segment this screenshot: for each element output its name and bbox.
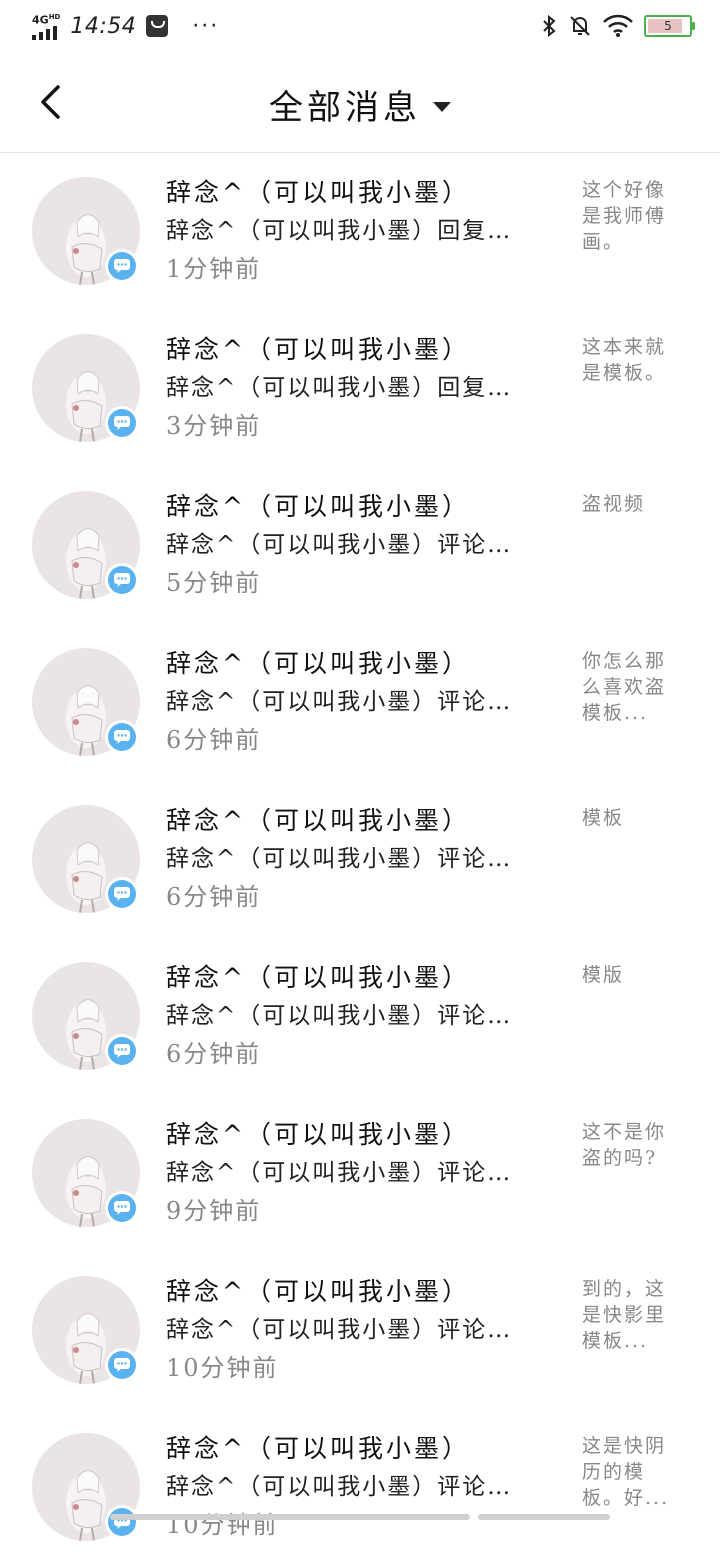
sender-name: 辞念^（可以叫我小墨） [166, 330, 470, 366]
comment-badge-icon [105, 1191, 139, 1225]
message-time: 10分钟前 [166, 1348, 279, 1383]
battery-level: 5 [664, 19, 672, 33]
message-time: 6分钟前 [166, 1034, 261, 1069]
message-summary: 辞念^（可以叫我小墨）评论… [166, 525, 538, 559]
message-time: 6分钟前 [166, 877, 261, 912]
filter-dropdown[interactable]: 全部消息 [0, 80, 720, 129]
sender-name: 辞念^（可以叫我小墨） [166, 644, 470, 680]
message-item[interactable]: 辞念^（可以叫我小墨）辞念^（可以叫我小墨）回复… 3分钟前 这本来就是模板。 [0, 310, 720, 467]
message-list: 辞念^（可以叫我小墨）辞念^（可以叫我小墨）回复…1分钟前这个好像是我师傅画。辞… [0, 153, 720, 1566]
message-time: 5分钟前 [166, 563, 261, 598]
message-summary: 辞念^（可以叫我小墨）评论… [166, 839, 538, 873]
status-time: 14:54 [70, 14, 136, 39]
scroll-indicator-secondary [478, 1514, 610, 1520]
quoted-content[interactable]: 这本来就是模板。 [582, 334, 682, 386]
message-item[interactable]: 辞念^（可以叫我小墨）辞念^（可以叫我小墨）评论… 10分钟前 这是快阴历的模板。好… [0, 1409, 720, 1566]
comment-badge-icon [105, 563, 139, 597]
quoted-content[interactable]: 模板 [582, 805, 682, 831]
message-item[interactable]: 辞念^（可以叫我小墨）辞念^（可以叫我小墨）评论… 9分钟前 这不是你盗的吗? [0, 1095, 720, 1252]
comment-badge-icon [105, 1034, 139, 1068]
message-summary: 辞念^（可以叫我小墨）评论… [166, 682, 538, 716]
comment-badge-icon [105, 1348, 139, 1382]
comment-badge-icon [105, 1505, 139, 1539]
comment-badge-icon [105, 720, 139, 754]
message-item[interactable]: 辞念^（可以叫我小墨）辞念^（可以叫我小墨）评论… 5分钟前 盗视频 [0, 467, 720, 624]
page-title: 全部消息 [269, 80, 421, 129]
message-time: 1分钟前 [166, 249, 261, 284]
message-summary: 辞念^（可以叫我小墨）回复… [166, 368, 538, 402]
sender-name: 辞念^（可以叫我小墨） [166, 1429, 470, 1465]
bluetooth-icon [540, 14, 558, 38]
message-time: 9分钟前 [166, 1191, 261, 1226]
message-summary: 辞念^（可以叫我小墨）评论… [166, 1467, 538, 1501]
message-summary: 辞念^（可以叫我小墨）评论… [166, 1310, 538, 1344]
message-item[interactable]: 辞念^（可以叫我小墨）辞念^（可以叫我小墨）评论… 6分钟前 模版 [0, 938, 720, 1095]
sender-name: 辞念^（可以叫我小墨） [166, 958, 470, 994]
quoted-content[interactable]: 到的，这是快影里模板... [582, 1276, 682, 1354]
mute-icon [568, 14, 592, 38]
battery-icon: 5 [644, 15, 692, 37]
signal-icon: 4GHD [32, 12, 60, 40]
message-summary: 辞念^（可以叫我小墨）评论… [166, 1153, 538, 1187]
message-summary: 辞念^（可以叫我小墨）评论… [166, 996, 538, 1030]
message-item[interactable]: 辞念^（可以叫我小墨）辞念^（可以叫我小墨）评论… 6分钟前 你怎么那么喜欢盗模板.… [0, 624, 720, 781]
caret-down-icon [433, 102, 451, 112]
message-time: 6分钟前 [166, 720, 261, 755]
quoted-content[interactable]: 这是快阴历的模板。好... [582, 1433, 682, 1511]
status-bar: 4GHD 14:54 ··· 5 [0, 0, 720, 52]
wifi-icon [602, 14, 634, 38]
network-suffix: HD [49, 13, 61, 21]
sender-name: 辞念^（可以叫我小墨） [166, 1272, 470, 1308]
more-notifications-icon: ··· [192, 14, 219, 39]
message-time: 3分钟前 [166, 406, 261, 441]
sender-name: 辞念^（可以叫我小墨） [166, 487, 470, 523]
sender-name: 辞念^（可以叫我小墨） [166, 1115, 470, 1151]
message-time: 10分钟前 [166, 1505, 279, 1540]
quoted-content[interactable]: 这个好像是我师傅画。 [582, 177, 682, 255]
quoted-content[interactable]: 盗视频 [582, 491, 682, 517]
quoted-content[interactable]: 你怎么那么喜欢盗模板... [582, 648, 682, 726]
quoted-content[interactable]: 模版 [582, 962, 682, 988]
message-item[interactable]: 辞念^（可以叫我小墨）辞念^（可以叫我小墨）回复… 1分钟前 这个好像是我师傅画。 [0, 153, 720, 310]
comment-badge-icon [105, 406, 139, 440]
quoted-content[interactable]: 这不是你盗的吗? [582, 1119, 682, 1171]
sender-name: 辞念^（可以叫我小墨） [166, 801, 470, 837]
sender-name: 辞念^（可以叫我小墨） [166, 173, 470, 209]
comment-badge-icon [105, 877, 139, 911]
message-item[interactable]: 辞念^（可以叫我小墨）辞念^（可以叫我小墨）评论… 10分钟前 到的，这是快影里模板… [0, 1252, 720, 1409]
mail-icon [146, 15, 168, 37]
nav-header: 全部消息 [0, 52, 720, 153]
message-summary: 辞念^（可以叫我小墨）回复… [166, 211, 538, 245]
scroll-indicator [110, 1514, 470, 1520]
message-item[interactable]: 辞念^（可以叫我小墨）辞念^（可以叫我小墨）评论… 6分钟前 模板 [0, 781, 720, 938]
comment-badge-icon [105, 249, 139, 283]
